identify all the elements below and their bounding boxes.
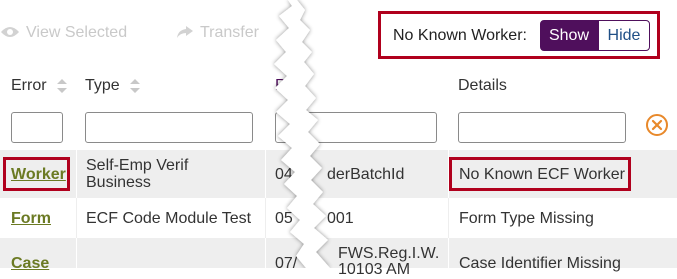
torn-edge-divider (274, 0, 330, 268)
